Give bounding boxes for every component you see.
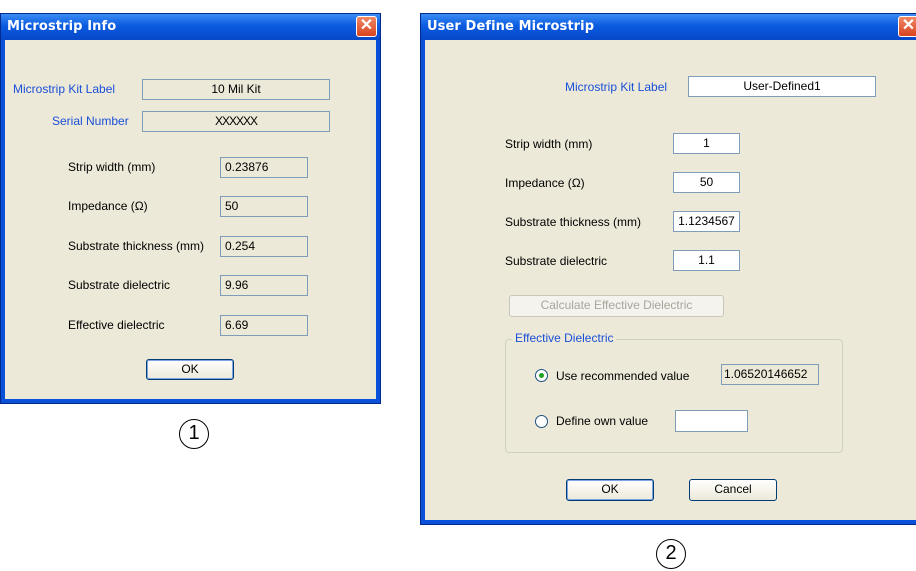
kit-label-field: 10 Mil Kit (142, 79, 330, 100)
radio-selected-dot (539, 373, 544, 378)
kit-label-input[interactable]: User-Defined1 (688, 76, 876, 97)
effective-dielectric-group-title: Effective Dielectric (512, 331, 617, 345)
define-own-radio[interactable] (535, 415, 548, 428)
ok-button[interactable]: OK (146, 359, 234, 380)
kit-label-caption: Microstrip Kit Label (13, 82, 116, 96)
effective-dielectric-label: Effective dielectric (68, 318, 165, 332)
close-icon[interactable]: ✕ (356, 16, 377, 37)
substrate-dielectric-label: Substrate dielectric (505, 254, 608, 268)
user-define-microstrip-dialog: User Define Microstrip ✕ Microstrip Kit … (420, 13, 916, 525)
serial-number-field: XXXXXX (142, 111, 330, 132)
substrate-dielectric-label: Substrate dielectric (68, 278, 171, 292)
impedance-field: 50 (220, 196, 308, 217)
substrate-dielectric-input[interactable]: 1.1 (673, 250, 740, 271)
dialog-title: User Define Microstrip (427, 19, 595, 34)
substrate-dielectric-field: 9.96 (220, 275, 308, 296)
dialog-body: Microstrip Kit Label 10 Mil Kit Serial N… (5, 40, 376, 399)
use-recommended-radio[interactable] (535, 369, 548, 382)
own-value-input[interactable] (675, 410, 748, 432)
substrate-thickness-input[interactable]: 1.1234567 (673, 211, 740, 232)
strip-width-field: 0.23876 (220, 157, 308, 178)
title-bar[interactable]: User Define Microstrip ✕ (421, 14, 916, 40)
calculate-effective-dielectric-button[interactable]: Calculate Effective Dielectric (509, 295, 724, 317)
substrate-thickness-field: 0.254 (220, 236, 308, 257)
title-bar[interactable]: Microstrip Info ✕ (1, 14, 380, 40)
callout-marker-2: 2 (656, 539, 686, 569)
dialog-title: Microstrip Info (7, 19, 117, 34)
recommended-value-field: 1.06520146652 (721, 364, 819, 385)
define-own-label[interactable]: Define own value (556, 414, 648, 428)
effective-dielectric-group (505, 339, 843, 453)
kit-label-caption: Microstrip Kit Label (565, 80, 668, 94)
strip-width-label: Strip width (mm) (68, 160, 156, 174)
strip-width-input[interactable]: 1 (673, 133, 740, 154)
use-recommended-label[interactable]: Use recommended value (556, 369, 689, 383)
impedance-label: Impedance (Ω) (68, 199, 148, 213)
callout-marker-1: 1 (179, 419, 209, 449)
microstrip-info-dialog: Microstrip Info ✕ Microstrip Kit Label 1… (0, 13, 381, 404)
ok-button[interactable]: OK (566, 479, 654, 501)
impedance-input[interactable]: 50 (673, 172, 740, 193)
strip-width-label: Strip width (mm) (505, 137, 593, 151)
dialog-body: Microstrip Kit Label User-Defined1 Strip… (425, 40, 916, 520)
substrate-thickness-label: Substrate thickness (mm) (68, 239, 205, 253)
effective-dielectric-field: 6.69 (220, 315, 308, 336)
impedance-label: Impedance (Ω) (505, 176, 585, 190)
serial-number-caption: Serial Number (52, 114, 129, 128)
close-icon[interactable]: ✕ (898, 16, 916, 37)
substrate-thickness-label: Substrate thickness (mm) (505, 215, 642, 229)
cancel-button[interactable]: Cancel (689, 479, 777, 501)
